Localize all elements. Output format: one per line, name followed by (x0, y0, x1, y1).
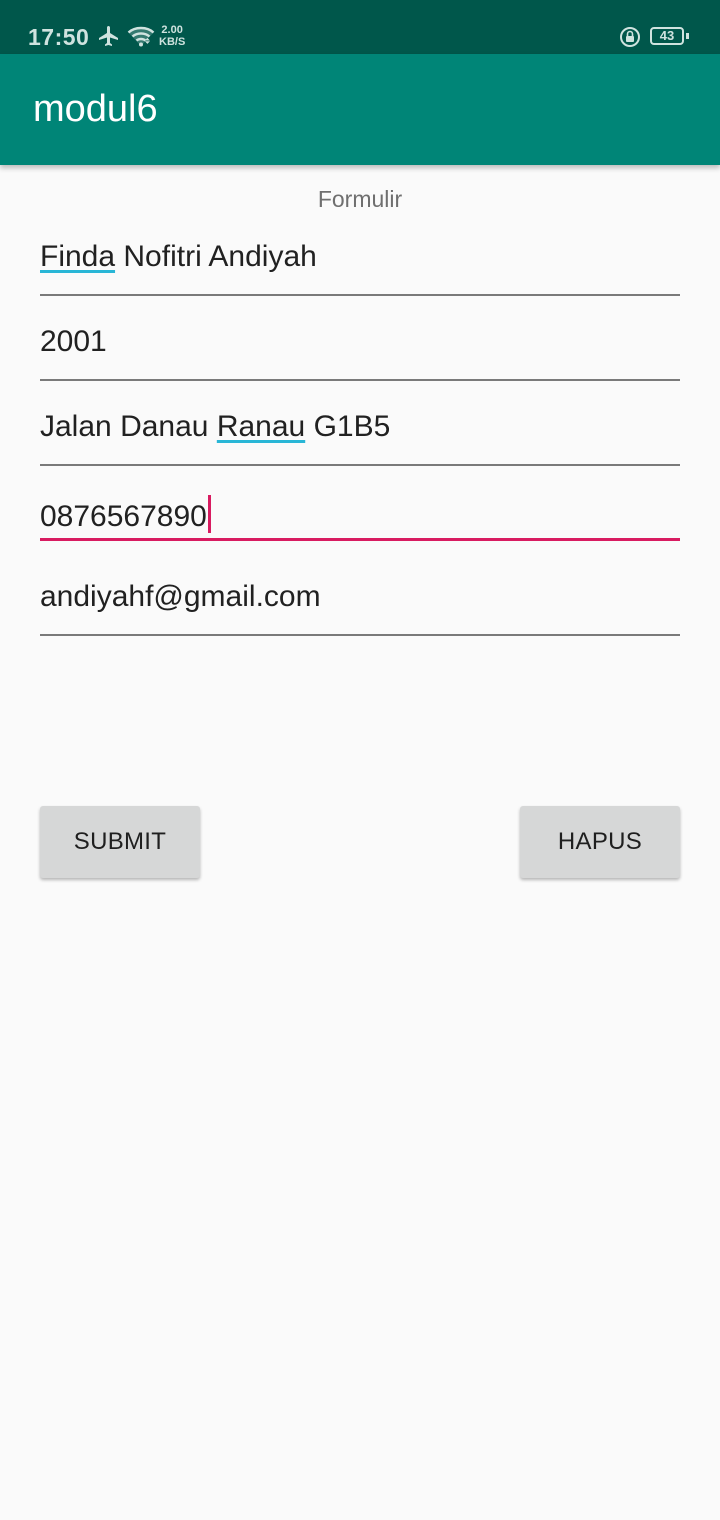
address-field-value: Jalan Danau Ranau G1B5 (40, 410, 391, 443)
status-time: 17:50 (28, 24, 90, 50)
network-speed-value: 2.00 (161, 24, 183, 36)
text-cursor (207, 495, 211, 533)
app-title: modul6 (33, 88, 158, 130)
phone-field[interactable]: 0876567890 (40, 485, 680, 541)
phone-field-content: 0876567890 (40, 495, 211, 534)
app-bar: modul6 (0, 54, 720, 165)
spellcheck-word: Ranau (216, 410, 306, 443)
lock-rotation-icon (620, 27, 640, 47)
form-title: Formulir (317, 186, 403, 212)
spellcheck-word: Finda (40, 240, 116, 273)
name-field[interactable]: Finda Nofitri Andiyah (40, 240, 680, 296)
email-field-underline (40, 634, 680, 636)
name-field-underline (40, 294, 680, 296)
network-speed: 2.00 KB/S (159, 24, 185, 48)
status-bar: 17:50 2.00 KB/S 43 (0, 0, 720, 54)
network-speed-unit: KB/S (159, 36, 186, 48)
submit-button[interactable]: SUBMIT (40, 806, 200, 878)
year-field-underline (40, 379, 680, 381)
phone-field-value: 0876567890 (40, 500, 207, 533)
phone-field-underline (40, 538, 680, 541)
airplane-icon (99, 26, 118, 46)
address-field[interactable]: Jalan Danau Ranau G1B5 (40, 410, 680, 466)
battery-icon: 43 (650, 27, 684, 45)
year-field-value: 2001 (40, 325, 107, 358)
wifi-icon (127, 26, 155, 47)
hapus-button[interactable]: HAPUS (520, 806, 680, 878)
name-field-value: Finda Nofitri Andiyah (40, 240, 317, 273)
email-field[interactable]: andiyahf@gmail.com (40, 580, 680, 636)
address-field-underline (40, 464, 680, 466)
year-field[interactable]: 2001 (40, 325, 680, 381)
battery-level: 43 (659, 28, 675, 43)
email-field-value: andiyahf@gmail.com (40, 580, 321, 613)
battery-tip (686, 33, 689, 39)
